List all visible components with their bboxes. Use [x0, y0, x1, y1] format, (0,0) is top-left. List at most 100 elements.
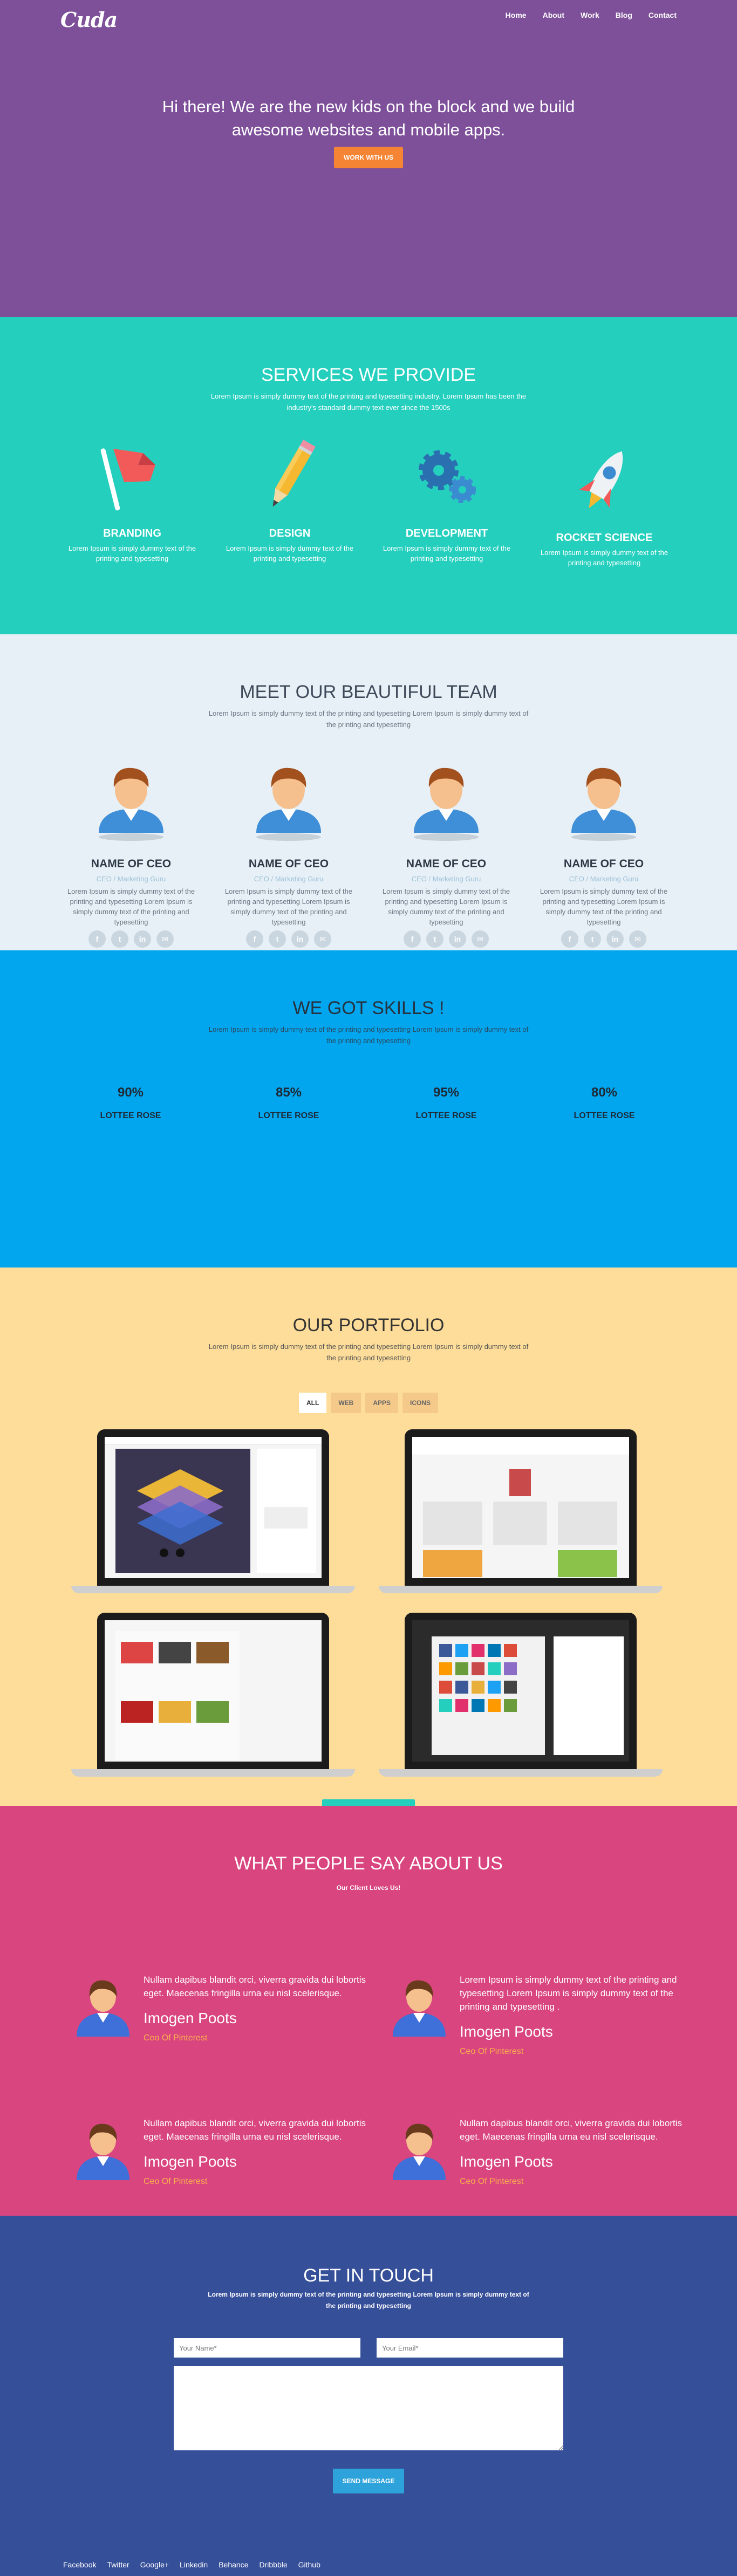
email-icon[interactable]: ✉	[629, 930, 646, 948]
skill-name: LOTTEE ROSE	[415, 1111, 477, 1120]
nav-item-blog[interactable]: Blog	[616, 11, 632, 19]
skill-value: 80%	[591, 1085, 618, 1100]
member-role: CEO / Marketing Guru	[96, 875, 166, 883]
team-subtitle: Lorem Ipsum is simply dummy text of the …	[208, 709, 529, 729]
facebook-icon[interactable]: f	[246, 930, 263, 948]
laptop-screen	[405, 1429, 637, 1586]
flag-icon	[92, 437, 173, 518]
skill-name: LOTTEE ROSE	[574, 1111, 635, 1120]
testimonial-item: Lorem Ipsum is simply dummy text of the …	[393, 1973, 686, 2057]
footer-link-twitter[interactable]: Twitter	[107, 2560, 129, 2569]
main-nav: Home About Work Blog Contact	[506, 11, 677, 19]
linkedin-icon[interactable]: in	[449, 930, 466, 948]
send-message-button[interactable]: SEND MESSAGE	[333, 2469, 404, 2493]
filter-all[interactable]: ALL	[298, 1393, 327, 1413]
email-icon[interactable]: ✉	[314, 930, 331, 948]
twitter-icon[interactable]: t	[426, 930, 443, 948]
filter-icons[interactable]: ICONS	[402, 1393, 439, 1413]
testimonial-item: Nullam dapibus blandit orci, viverra gra…	[77, 2116, 370, 2187]
work-with-us-button[interactable]: WORK WITH US	[334, 147, 403, 168]
twitter-icon[interactable]: t	[584, 930, 601, 948]
skill-value: 90%	[117, 1085, 144, 1100]
member-role: CEO / Marketing Guru	[411, 875, 481, 883]
twitter-icon[interactable]: t	[111, 930, 128, 948]
portfolio-item[interactable]	[379, 1429, 663, 1613]
member-bio: Lorem Ipsum is simply dummy text of the …	[540, 887, 668, 926]
skill-item: 90% LOTTEE ROSE	[82, 1085, 179, 1121]
testimonial-position: Ceo Of Pinterest	[144, 2033, 208, 2043]
twitter-icon[interactable]: t	[269, 930, 286, 948]
member-bio: Lorem Ipsum is simply dummy text of the …	[67, 887, 195, 926]
email-icon[interactable]: ✉	[472, 930, 489, 948]
client-avatar	[390, 2116, 449, 2181]
services-section: SERVICES WE PROVIDE Lorem Ipsum is simpl…	[0, 317, 737, 634]
footer-link-facebook[interactable]: Facebook	[63, 2560, 96, 2569]
skill-name: LOTTEE ROSE	[100, 1111, 161, 1120]
avatar	[88, 756, 174, 842]
footer-link-dribbble[interactable]: Dribbble	[259, 2560, 287, 2569]
testimonial-name: Imogen Poots	[144, 2153, 237, 2170]
testimonial-item: Nullam dapibus blandit orci, viverra gra…	[393, 2116, 686, 2187]
laptop-screen	[405, 1613, 637, 1769]
skill-value: 85%	[275, 1085, 302, 1100]
member-bio: Lorem Ipsum is simply dummy text of the …	[382, 887, 510, 926]
testimonials-subtitle: Our Client Loves Us!	[336, 1884, 401, 1892]
logo[interactable]: Cuda	[60, 8, 118, 32]
facebook-icon[interactable]: f	[88, 930, 106, 948]
portfolio-item[interactable]	[71, 1429, 355, 1613]
facebook-icon[interactable]: f	[561, 930, 578, 948]
laptop-base	[379, 1769, 663, 1777]
service-text: Lorem Ipsum is simply dummy text of the …	[68, 544, 196, 563]
project-thumbnail	[105, 1437, 322, 1578]
footer-link-googleplus[interactable]: Google+	[140, 2560, 169, 2569]
nav-item-home[interactable]: Home	[506, 11, 527, 19]
avatar	[403, 756, 489, 842]
service-rocket-science: ROCKET SCIENCE Lorem Ipsum is simply dum…	[534, 441, 674, 568]
nav-item-contact[interactable]: Contact	[649, 11, 677, 19]
linkedin-icon[interactable]: in	[291, 930, 309, 948]
facebook-icon[interactable]: f	[404, 930, 421, 948]
skill-name: LOTTEE ROSE	[258, 1111, 319, 1120]
testimonial-name: Imogen Poots	[460, 2153, 553, 2170]
service-title: DEVELOPMENT	[405, 527, 488, 539]
nav-item-work[interactable]: Work	[581, 11, 599, 19]
service-branding: BRANDING Lorem Ipsum is simply dummy tex…	[62, 437, 202, 564]
service-text: Lorem Ipsum is simply dummy text of the …	[226, 544, 354, 563]
portfolio-subtitle: Lorem Ipsum is simply dummy text of the …	[208, 1342, 529, 1362]
filter-web[interactable]: WEB	[331, 1393, 361, 1413]
portfolio-title: OUR PORTFOLIO	[292, 1315, 445, 1335]
linkedin-icon[interactable]: in	[606, 930, 624, 948]
testimonial-quote: Lorem Ipsum is simply dummy text of the …	[460, 1975, 677, 2012]
testimonials-section: WHAT PEOPLE SAY ABOUT US Our Client Love…	[0, 1806, 737, 2216]
team-member-4: NAME OF CEO CEO / Marketing Guru Lorem I…	[536, 756, 671, 948]
name-field[interactable]	[174, 2338, 360, 2358]
service-title: DESIGN	[269, 527, 311, 539]
testimonial-item: Nullam dapibus blandit orci, viverra gra…	[77, 1973, 370, 2043]
project-thumbnail	[105, 1620, 322, 1762]
linkedin-icon[interactable]: in	[134, 930, 151, 948]
skill-item: 80% LOTTEE ROSE	[556, 1085, 653, 1121]
skill-item: 95% LOTTEE ROSE	[398, 1085, 495, 1121]
nav-item-about[interactable]: About	[543, 11, 564, 19]
footer-link-github[interactable]: Github	[298, 2560, 320, 2569]
email-icon[interactable]: ✉	[156, 930, 174, 948]
testimonial-position: Ceo Of Pinterest	[460, 2177, 524, 2186]
testimonial-quote: Nullam dapibus blandit orci, viverra gra…	[144, 1975, 366, 1998]
testimonial-name: Imogen Poots	[144, 2010, 237, 2026]
contact-title: GET IN TOUCH	[303, 2265, 434, 2286]
member-role: CEO / Marketing Guru	[569, 875, 639, 883]
email-field[interactable]	[377, 2338, 563, 2358]
project-thumbnail	[412, 1620, 629, 1762]
portfolio-item[interactable]	[71, 1613, 355, 1796]
filter-apps[interactable]: APPS	[365, 1393, 398, 1413]
testimonials-title: WHAT PEOPLE SAY ABOUT US	[234, 1853, 503, 1874]
service-development: DEVELOPMENT Lorem Ipsum is simply dummy …	[377, 437, 517, 564]
message-field[interactable]	[174, 2366, 563, 2450]
laptop-screen	[97, 1613, 329, 1769]
team-title: MEET OUR BEAUTIFUL TEAM	[240, 682, 497, 702]
footer-link-linkedin[interactable]: Linkedin	[180, 2560, 208, 2569]
portfolio-item[interactable]	[379, 1613, 663, 1796]
footer-link-behance[interactable]: Behance	[219, 2560, 248, 2569]
testimonial-quote: Nullam dapibus blandit orci, viverra gra…	[144, 2118, 366, 2142]
client-avatar	[73, 1973, 133, 2038]
